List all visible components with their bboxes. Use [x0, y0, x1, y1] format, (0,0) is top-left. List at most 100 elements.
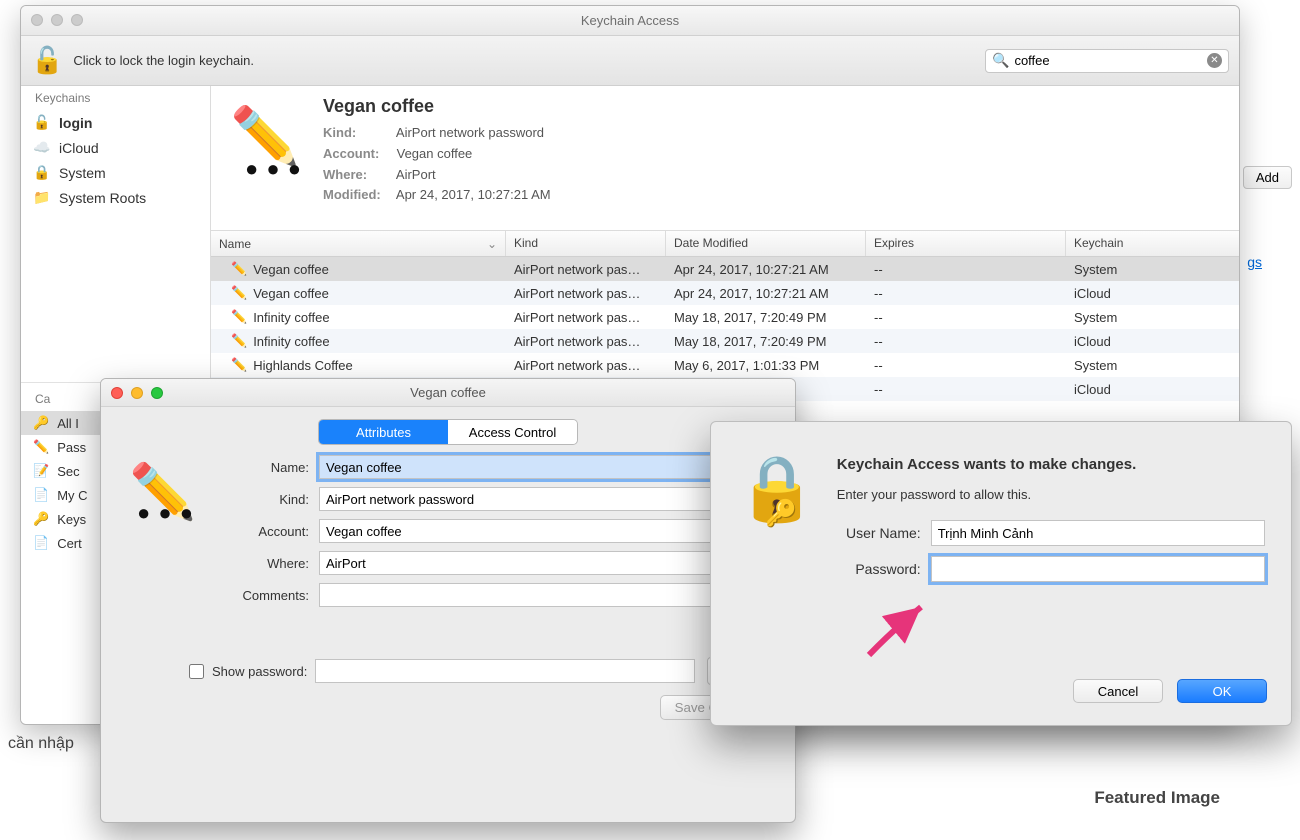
detail-window-titlebar[interactable]: Vegan coffee [101, 379, 795, 407]
prompt-description: Enter your password to allow this. [837, 487, 1265, 502]
password-label: Password: [837, 561, 931, 577]
password-item-icon: ✏️ [231, 333, 247, 349]
lock-keychain-icon[interactable]: 🔓 [31, 45, 63, 76]
tab-attributes[interactable]: Attributes [319, 420, 448, 444]
table-row[interactable]: ✏️Highlands CoffeeAirPort network pas…Ma… [211, 353, 1239, 377]
show-password-checkbox[interactable] [189, 664, 204, 679]
table-row[interactable]: ✏️ Vegan coffee AirPort network pas…Apr 24… [211, 281, 1239, 305]
row-expires: -- [866, 382, 1066, 397]
account-field[interactable] [319, 519, 777, 543]
column-name[interactable]: Name⌄ [211, 231, 506, 256]
row-name: Infinity coffee [253, 310, 329, 325]
category-icon: ✏️ [33, 439, 49, 455]
close-icon[interactable] [31, 14, 43, 26]
settings-link-partial[interactable]: gs [1247, 254, 1262, 270]
label-show-password: Show password: [212, 664, 307, 679]
window-titlebar[interactable]: Keychain Access [21, 6, 1239, 36]
window-title: Keychain Access [581, 13, 679, 28]
row-kind: AirPort network pas… [506, 262, 666, 277]
password-item-icon: ✏️● ● ● [225, 96, 305, 176]
cloud-icon: ☁️ [33, 139, 51, 156]
detail-kind-label: Kind: [323, 123, 393, 144]
column-expires[interactable]: Expires [866, 231, 1066, 256]
label-kind: Kind: [119, 492, 319, 507]
password-item-icon: ✏️ [231, 285, 247, 301]
lock-icon: 🔒 [33, 164, 51, 181]
search-field[interactable]: 🔍 ✕ [985, 49, 1229, 73]
sidebar-item-login[interactable]: 🔓login [21, 110, 210, 135]
table-header[interactable]: Name⌄ Kind Date Modified Expires Keychai… [211, 231, 1239, 257]
row-name: Highlands Coffee [253, 358, 353, 373]
detail-item-name: Vegan coffee [323, 96, 551, 117]
zoom-icon[interactable] [71, 14, 83, 26]
tab-access-control[interactable]: Access Control [448, 420, 577, 444]
category-label: Keys [57, 512, 86, 527]
row-name: Vegan coffee [253, 286, 329, 301]
row-keychain: iCloud [1066, 382, 1239, 397]
row-kind: AirPort network pas… [506, 334, 666, 349]
add-button[interactable]: Add [1243, 166, 1292, 189]
row-expires: -- [866, 262, 1066, 277]
category-icon: 📝 [33, 463, 49, 479]
row-keychain: System [1066, 310, 1239, 325]
category-icon: 📄 [33, 535, 49, 551]
detail-modified-label: Modified: [323, 185, 393, 206]
minimize-icon[interactable] [51, 14, 63, 26]
comments-field[interactable] [319, 583, 777, 607]
search-input[interactable] [1014, 53, 1207, 68]
featured-image-heading: Featured Image [1094, 788, 1220, 808]
zoom-icon[interactable] [151, 387, 163, 399]
sidebar-item-icloud[interactable]: ☁️iCloud [21, 135, 210, 160]
table-row[interactable]: ✏️Infinity coffeeAirPort network pas…May… [211, 305, 1239, 329]
label-where: Where: [119, 556, 319, 571]
background-text: cần nhập [8, 735, 74, 753]
detail-where-value: AirPort [396, 167, 436, 182]
password-field[interactable] [931, 556, 1265, 582]
where-field[interactable] [319, 551, 777, 575]
category-icon: 🔑 [33, 415, 49, 431]
password-item-icon: ✏️ [231, 357, 247, 373]
detail-modified-value: Apr 24, 2017, 10:27:21 AM [396, 187, 551, 202]
row-name: Infinity coffee [253, 334, 329, 349]
row-expires: -- [866, 334, 1066, 349]
row-kind: AirPort network pas… [506, 286, 666, 301]
category-label: All I [57, 416, 79, 431]
annotation-arrow-icon [861, 597, 941, 667]
ok-button[interactable]: OK [1177, 679, 1267, 703]
prompt-heading: Keychain Access wants to make changes. [837, 456, 1265, 473]
close-icon[interactable] [111, 387, 123, 399]
name-field[interactable] [319, 455, 777, 479]
table-row[interactable]: ✏️Vegan coffeeAirPort network pas…Apr 24… [211, 257, 1239, 281]
minimize-icon[interactable] [131, 387, 143, 399]
column-date-modified[interactable]: Date Modified [666, 231, 866, 256]
row-keychain: System [1066, 262, 1239, 277]
sidebar-item-system[interactable]: 🔒 System [21, 160, 210, 185]
kind-field[interactable] [319, 487, 777, 511]
column-keychain[interactable]: Keychain [1066, 231, 1239, 256]
sidebar-heading-keychains: Keychains [21, 86, 210, 110]
sidebar-item-label: System [59, 165, 106, 181]
clear-search-icon[interactable]: ✕ [1207, 53, 1222, 68]
detail-tabs: Attributes Access Control [318, 419, 578, 445]
unlock-icon: 🔓 [33, 114, 51, 131]
table-row[interactable]: ✏️Infinity coffeeAirPort network pas…May… [211, 329, 1239, 353]
show-password-field[interactable] [315, 659, 695, 683]
username-field[interactable] [931, 520, 1265, 546]
row-keychain: iCloud [1066, 286, 1239, 301]
category-label: Cert [57, 536, 82, 551]
category-label: My C [57, 488, 87, 503]
cancel-button[interactable]: Cancel [1073, 679, 1163, 703]
sidebar-item-system-roots[interactable]: 📁System Roots [21, 185, 210, 210]
detail-where-label: Where: [323, 165, 393, 186]
detail-account-label: Account: [323, 144, 393, 165]
row-expires: -- [866, 310, 1066, 325]
label-comments: Comments: [119, 588, 319, 603]
search-icon: 🔍 [992, 52, 1009, 69]
row-expires: -- [866, 358, 1066, 373]
detail-account-value: Vegan coffee [397, 146, 473, 161]
row-date: Apr 24, 2017, 10:27:21 AM [666, 286, 866, 301]
toolbar: 🔓 Click to lock the login keychain. 🔍 ✕ [21, 36, 1239, 86]
row-date: May 6, 2017, 1:01:33 PM [666, 358, 866, 373]
username-label: User Name: [837, 525, 931, 541]
column-kind[interactable]: Kind [506, 231, 666, 256]
